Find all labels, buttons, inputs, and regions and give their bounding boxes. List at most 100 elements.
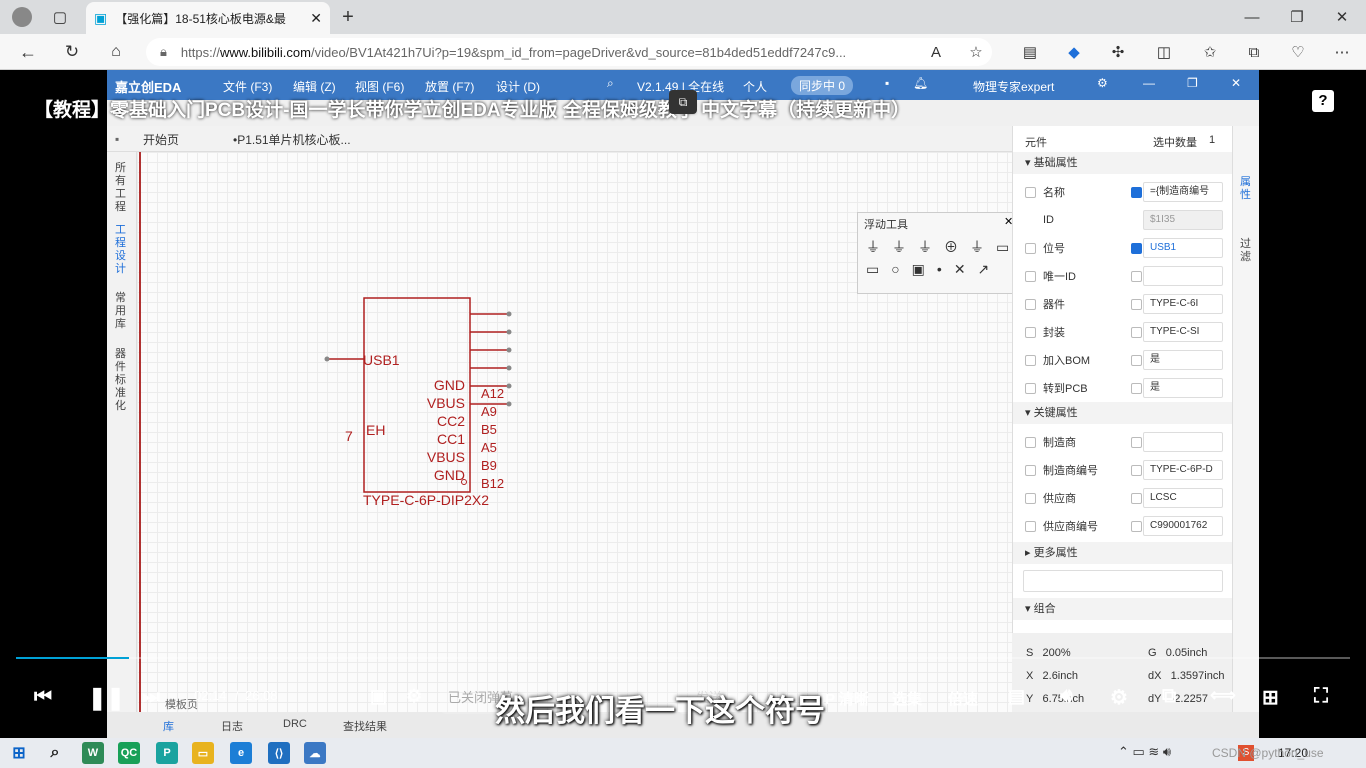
- menu-view[interactable]: 视图 (F6): [355, 78, 404, 95]
- tab-actions-icon[interactable]: ▢: [46, 3, 74, 31]
- basic-section-header[interactable]: ▾ 基础属性: [1013, 152, 1233, 174]
- eda-restore-icon[interactable]: ❐: [1187, 76, 1198, 90]
- prop-select[interactable]: 是: [1143, 378, 1223, 398]
- windows-start-icon[interactable]: ⊞: [8, 742, 30, 764]
- speed-button[interactable]: 倍速: [948, 688, 978, 709]
- wps-app-icon[interactable]: W: [82, 742, 104, 764]
- show-checkbox[interactable]: [1131, 298, 1142, 310]
- next-icon[interactable]: ⏭: [142, 686, 160, 709]
- file-explorer-icon[interactable]: ▭: [192, 742, 214, 764]
- more-section-header[interactable]: ▸ 更多属性: [1013, 542, 1233, 564]
- episodes-button[interactable]: 选集: [892, 688, 922, 709]
- extensions-puzzle-icon[interactable]: ✣: [1104, 38, 1132, 66]
- new-tab-icon[interactable]: +: [334, 3, 362, 31]
- eda-minimize-icon[interactable]: —: [1143, 76, 1155, 90]
- show-checkbox[interactable]: [1131, 436, 1142, 448]
- row-checkbox[interactable]: [1025, 382, 1036, 394]
- extension-blue-icon[interactable]: ◆: [1060, 38, 1088, 66]
- home-icon[interactable]: ⌂: [102, 38, 130, 66]
- back-icon[interactable]: ←: [14, 38, 42, 66]
- volume-icon[interactable]: 🔊︎: [1060, 685, 1073, 708]
- favorites-icon[interactable]: ✩: [1196, 38, 1224, 66]
- pip-icon[interactable]: ⧉: [669, 90, 697, 114]
- previous-icon[interactable]: ⏮: [34, 686, 52, 709]
- row-checkbox[interactable]: [1025, 520, 1036, 532]
- danmu-settings-icon[interactable]: ⚙: [406, 686, 422, 707]
- eda-app-icon[interactable]: ☁: [304, 742, 326, 764]
- user-mode[interactable]: 个人: [743, 78, 767, 95]
- show-checkbox[interactable]: [1131, 464, 1142, 476]
- prop-value[interactable]: TYPE-C-SI: [1143, 322, 1223, 342]
- minimize-window-icon[interactable]: —: [1238, 3, 1266, 31]
- settings-icon[interactable]: ⚙: [1110, 685, 1128, 710]
- show-checkbox[interactable]: [1131, 382, 1142, 394]
- profile-avatar-icon[interactable]: [8, 3, 36, 31]
- menu-edit[interactable]: 编辑 (Z): [293, 78, 336, 95]
- row-checkbox[interactable]: [1025, 298, 1036, 310]
- menu-place[interactable]: 放置 (F7): [425, 78, 474, 95]
- restore-window-icon[interactable]: ❐: [1283, 3, 1311, 31]
- edge-browser-icon[interactable]: e: [230, 742, 252, 764]
- url-field[interactable]: 🔒︎ https://www.bilibili.com/video/BV1At4…: [146, 38, 992, 66]
- collections-icon[interactable]: ⧉: [1240, 38, 1268, 66]
- show-checkbox[interactable]: [1131, 326, 1142, 338]
- more-props-dropdown[interactable]: [1023, 570, 1223, 592]
- webfullscreen-icon[interactable]: ⊞: [1262, 685, 1279, 710]
- row-checkbox[interactable]: [1025, 270, 1036, 282]
- show-checkbox[interactable]: [1131, 354, 1142, 366]
- prop-value[interactable]: C990001762: [1143, 516, 1223, 536]
- danmu-toggle-icon[interactable]: ▣: [370, 686, 387, 707]
- prop-value[interactable]: [1143, 432, 1223, 452]
- prop-value[interactable]: [1143, 266, 1223, 286]
- prop-value[interactable]: USB1: [1143, 238, 1223, 258]
- health-icon[interactable]: ♡: [1284, 38, 1312, 66]
- refresh-icon[interactable]: ↻: [58, 38, 86, 66]
- row-checkbox[interactable]: [1025, 464, 1036, 476]
- taskbar-search-icon[interactable]: ⌕: [44, 742, 66, 764]
- nav-all-projects[interactable]: 所有工程: [115, 162, 129, 214]
- eda-close-icon[interactable]: ✕: [1231, 76, 1241, 90]
- app-icon[interactable]: P: [156, 742, 178, 764]
- search-icon[interactable]: ⌕: [607, 76, 614, 91]
- prop-value[interactable]: ={制造商编号: [1143, 182, 1223, 202]
- nav-component-std[interactable]: 器件标准化: [115, 348, 129, 413]
- progress-track[interactable]: [16, 657, 1350, 659]
- widescreen-icon[interactable]: ⟺: [1210, 685, 1236, 706]
- schematic-canvas[interactable]: USB1 EH 7 GND VBUS CC2 CC1 VBUS GND A12 …: [137, 152, 1019, 712]
- more-menu-icon[interactable]: ⋯: [1328, 38, 1356, 66]
- row-checkbox[interactable]: [1025, 354, 1036, 366]
- tab-home[interactable]: 开始页: [143, 131, 179, 148]
- read-aloud-icon[interactable]: A: [922, 38, 950, 66]
- show-checkbox[interactable]: [1131, 270, 1142, 282]
- split-screen-icon[interactable]: ◫: [1150, 38, 1178, 66]
- row-checkbox[interactable]: [1025, 436, 1036, 448]
- browser-tab-active[interactable]: ▣ 【强化篇】18-51核心板电源&最 ✕: [86, 2, 330, 34]
- close-window-icon[interactable]: ✕: [1328, 3, 1356, 31]
- show-checkbox[interactable]: [1131, 520, 1142, 532]
- show-checkbox[interactable]: [1131, 492, 1142, 504]
- prop-select[interactable]: 是: [1143, 350, 1223, 370]
- menu-design[interactable]: 设计 (D): [496, 78, 540, 95]
- pip-mode-icon[interactable]: ⧉: [1162, 685, 1176, 708]
- prop-value[interactable]: TYPE-C-6I: [1143, 294, 1223, 314]
- strip-filter[interactable]: 过滤: [1240, 238, 1253, 264]
- extension-icon[interactable]: ▤: [1016, 38, 1044, 66]
- row-checkbox[interactable]: [1025, 186, 1036, 198]
- strip-properties[interactable]: 属性: [1240, 176, 1253, 202]
- key-section-header[interactable]: ▾ 关键属性: [1013, 402, 1233, 424]
- prop-value[interactable]: TYPE-C-6P-D: [1143, 460, 1223, 480]
- pause-icon[interactable]: ❚❚: [88, 685, 125, 711]
- floating-tool-icons-row2[interactable]: ▭○▣•✕↗: [866, 261, 1001, 278]
- favorite-star-icon[interactable]: ☆: [962, 38, 990, 66]
- bell-icon[interactable]: 🔔︎: [913, 76, 928, 90]
- tab-schematic[interactable]: •P1.51单片机核心板...: [233, 131, 351, 148]
- username[interactable]: 物理专家expert: [973, 78, 1054, 95]
- collapse-icon[interactable]: ▪: [115, 132, 119, 146]
- show-checkbox[interactable]: [1131, 242, 1142, 254]
- nav-common-lib[interactable]: 常用库: [115, 292, 129, 331]
- close-tab-icon[interactable]: ✕: [310, 10, 322, 27]
- show-checkbox[interactable]: [1131, 186, 1142, 198]
- tray-icons[interactable]: ⌃ ▭ ≋ 🔊︎: [1118, 744, 1171, 760]
- menu-file[interactable]: 文件 (F3): [223, 78, 272, 95]
- row-checkbox[interactable]: [1025, 326, 1036, 338]
